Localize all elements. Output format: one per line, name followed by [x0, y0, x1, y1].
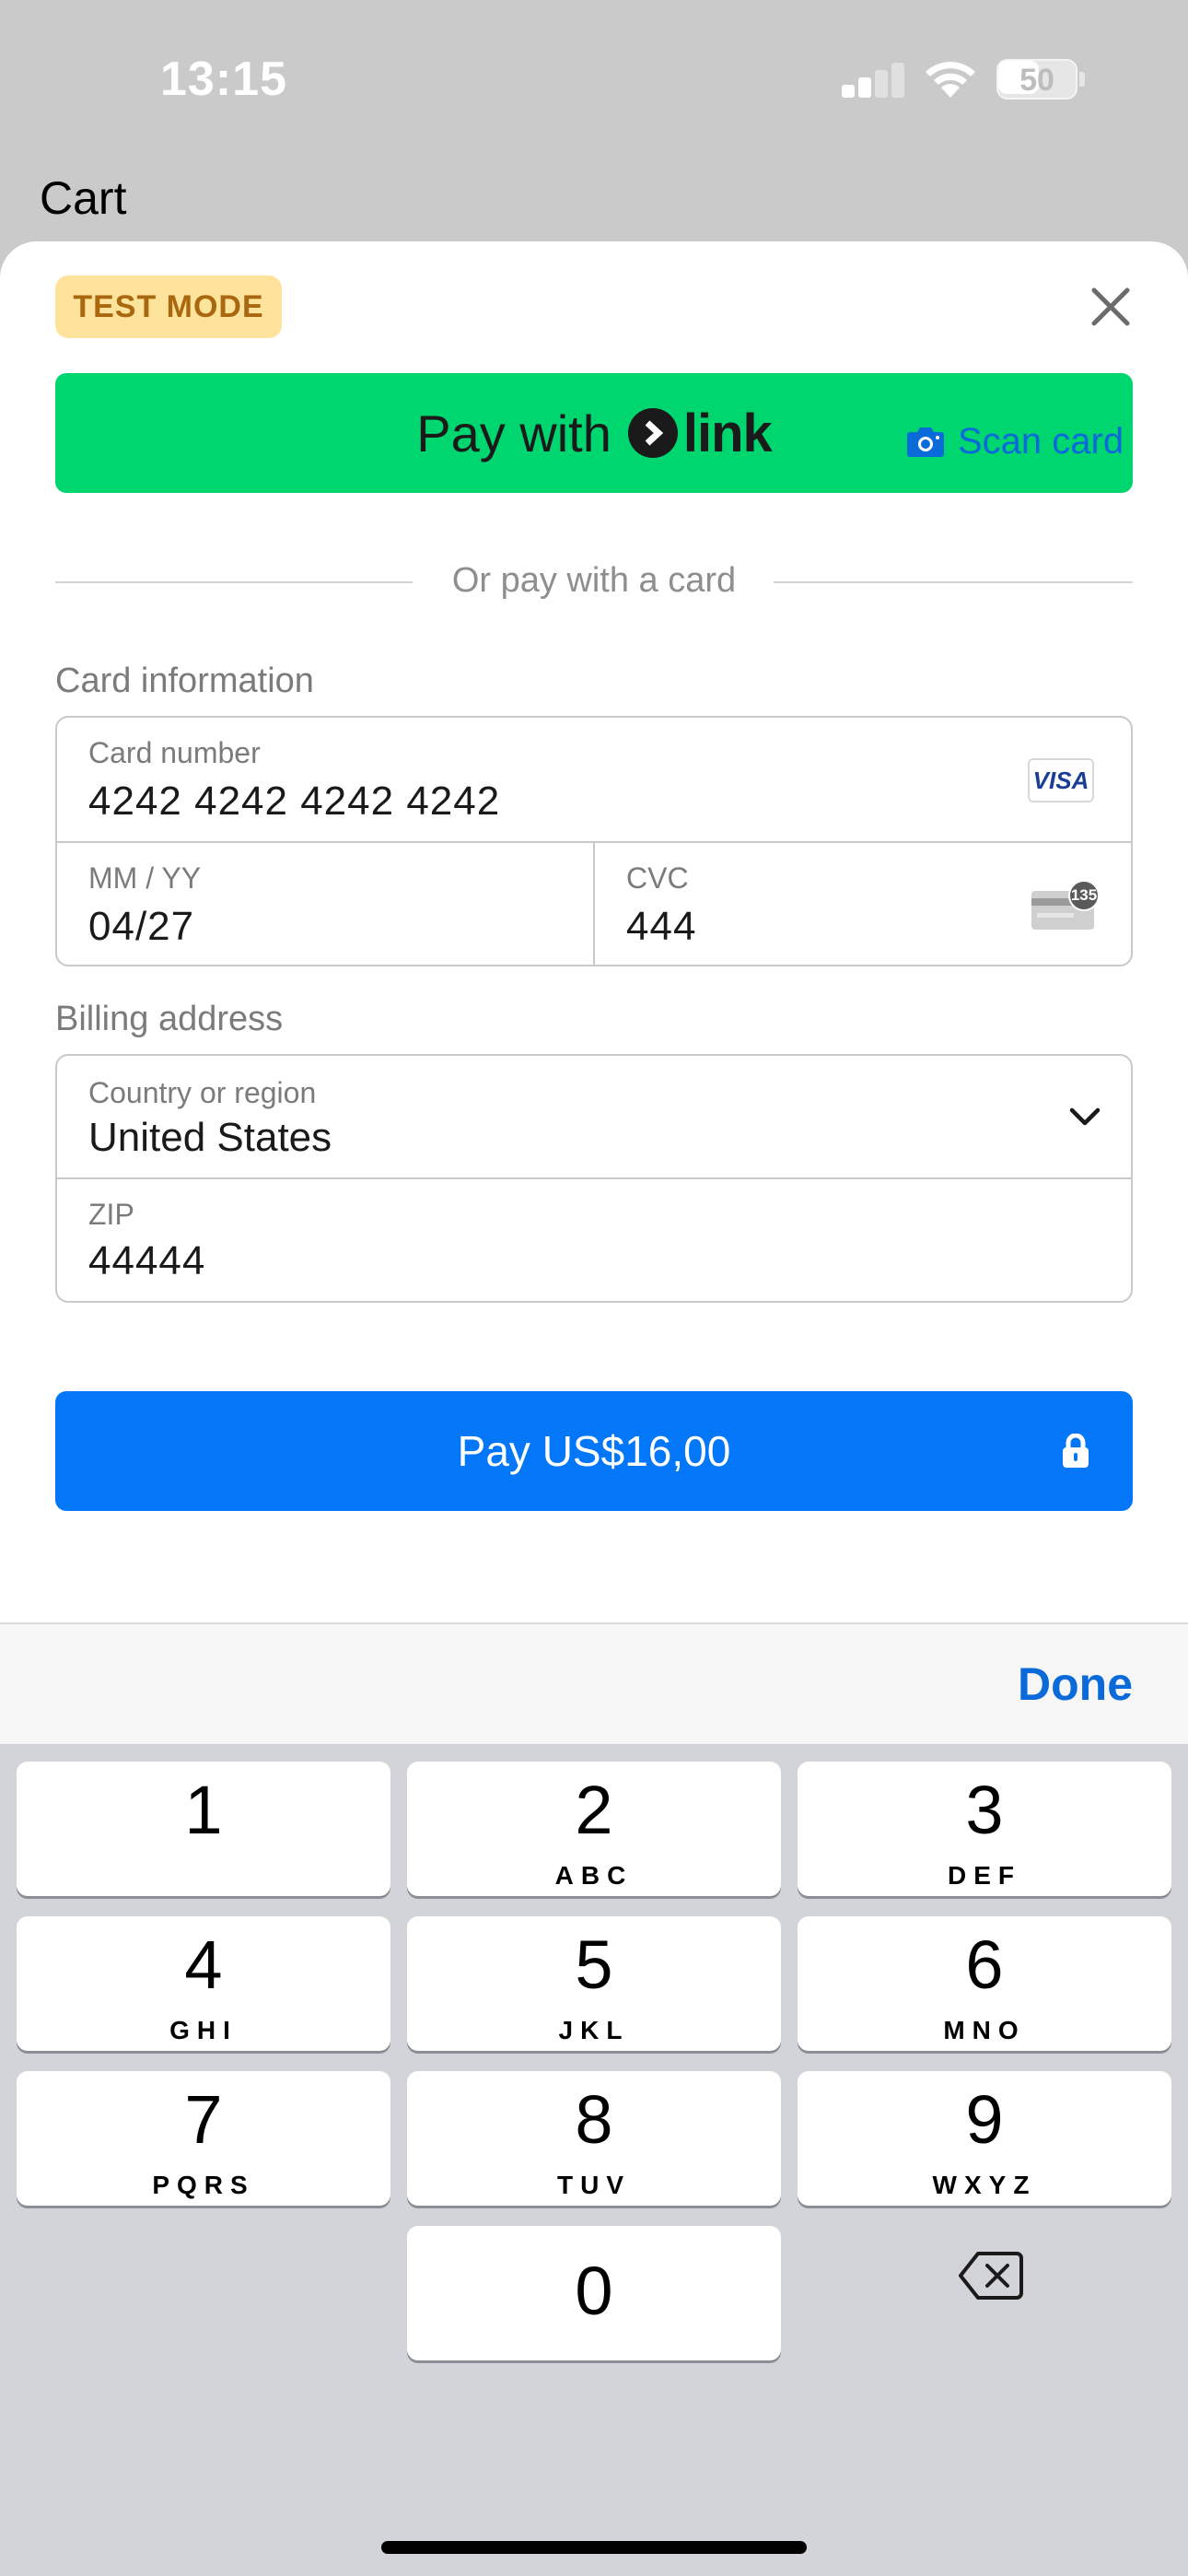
key-digit: 4 — [184, 1926, 223, 2003]
key-digit: 5 — [575, 1926, 613, 2003]
keyboard-toolbar: Done — [0, 1622, 1188, 1744]
link-logo: link — [627, 403, 773, 464]
key-4[interactable]: 4 GHI — [17, 1916, 390, 2051]
zip-label: ZIP — [88, 1198, 134, 1231]
page-title: Cart — [40, 172, 127, 224]
or-divider: Or pay with a card — [55, 558, 1133, 604]
scan-card-label: Scan card — [958, 420, 1124, 462]
card-number-field[interactable]: Card number 4242 4242 4242 4242 VISA — [57, 718, 1131, 841]
key-digit: 7 — [184, 2081, 223, 2158]
key-digit: 8 — [575, 2081, 613, 2158]
lock-icon — [1063, 1434, 1089, 1468]
pay-button-label: Pay US$16,00 — [457, 1427, 731, 1475]
close-button[interactable] — [1087, 283, 1135, 331]
key-3[interactable]: 3 DEF — [798, 1762, 1171, 1896]
cvc-label: CVC — [626, 861, 689, 895]
key-digit: 1 — [184, 1772, 223, 1848]
divider-line-right — [774, 581, 1133, 583]
key-digit: 9 — [965, 2081, 1004, 2158]
link-brand-text: link — [682, 403, 773, 463]
link-chevron-icon — [627, 408, 678, 458]
chevron-down-icon — [1069, 1107, 1101, 1126]
pay-button[interactable]: Pay US$16,00 — [55, 1391, 1133, 1511]
home-indicator[interactable] — [381, 2541, 807, 2554]
key-digit: 0 — [575, 2253, 613, 2329]
scan-card-button[interactable]: Scan card — [906, 418, 1124, 464]
key-7[interactable]: 7 PQRS — [17, 2071, 390, 2206]
key-digit: 3 — [965, 1772, 1004, 1848]
key-letters: PQRS — [152, 2171, 255, 2199]
status-bar: 13:15 50 — [0, 0, 1188, 157]
camera-icon — [907, 427, 944, 457]
card-fields: Card number 4242 4242 4242 4242 VISA MM … — [55, 716, 1133, 966]
expiry-label: MM / YY — [88, 861, 202, 895]
key-0[interactable]: 0 — [407, 2226, 781, 2360]
country-label: Country or region — [88, 1076, 317, 1109]
card-number-value: 4242 4242 4242 4242 — [88, 779, 501, 824]
test-mode-badge: TEST MODE — [55, 275, 282, 338]
cvc-card-icon: 135 — [1030, 880, 1100, 931]
key-2[interactable]: 2 ABC — [407, 1762, 781, 1896]
cellular-signal-icon — [842, 61, 906, 98]
country-value: United States — [88, 1115, 332, 1160]
cvc-value: 444 — [626, 904, 697, 949]
key-letters: GHI — [169, 2016, 238, 2044]
billing-address-label: Billing address — [55, 1000, 284, 1038]
key-letters: ABC — [554, 1861, 634, 1890]
billing-fields: Country or region United States ZIP 4444… — [55, 1054, 1133, 1303]
key-digit: 2 — [575, 1772, 613, 1848]
visa-icon: VISA — [1028, 758, 1094, 802]
key-letters: TUV — [557, 2171, 631, 2199]
expiry-field[interactable]: MM / YY 04/27 — [57, 843, 593, 965]
backspace-icon — [959, 2252, 1023, 2300]
key-8[interactable]: 8 TUV — [407, 2071, 781, 2206]
cvc-field[interactable]: CVC 444 135 — [595, 843, 1131, 965]
zip-field[interactable]: ZIP 44444 — [57, 1179, 1131, 1301]
wifi-icon — [921, 57, 980, 100]
link-button-label: Pay with — [416, 404, 611, 463]
key-5[interactable]: 5 JKL — [407, 1916, 781, 2051]
key-letters: MNO — [943, 2016, 1026, 2044]
cvc-hint-badge: 135 — [1068, 880, 1100, 911]
battery-icon: 50 — [996, 59, 1085, 100]
status-time: 13:15 — [160, 53, 287, 106]
key-letters: WXYZ — [932, 2171, 1037, 2199]
key-9[interactable]: 9 WXYZ — [798, 2071, 1171, 2206]
done-button[interactable]: Done — [1018, 1657, 1133, 1711]
expiry-value: 04/27 — [88, 904, 195, 949]
close-icon — [1091, 287, 1130, 326]
card-info-label: Card information — [55, 662, 314, 700]
payment-sheet: TEST MODE Pay with link Or pay with a ca… — [0, 241, 1188, 1623]
key-6[interactable]: 6 MNO — [798, 1916, 1171, 2051]
card-number-label: Card number — [88, 736, 261, 769]
key-letters: DEF — [948, 1861, 1021, 1890]
zip-value: 44444 — [88, 1238, 206, 1283]
key-digit: 6 — [965, 1926, 1004, 2003]
country-select[interactable]: Country or region United States — [57, 1056, 1131, 1177]
battery-level: 50 — [1019, 63, 1054, 98]
delete-key[interactable] — [958, 2250, 1024, 2301]
key-letters: JKL — [558, 2016, 630, 2044]
key-1[interactable]: 1 — [17, 1762, 390, 1896]
